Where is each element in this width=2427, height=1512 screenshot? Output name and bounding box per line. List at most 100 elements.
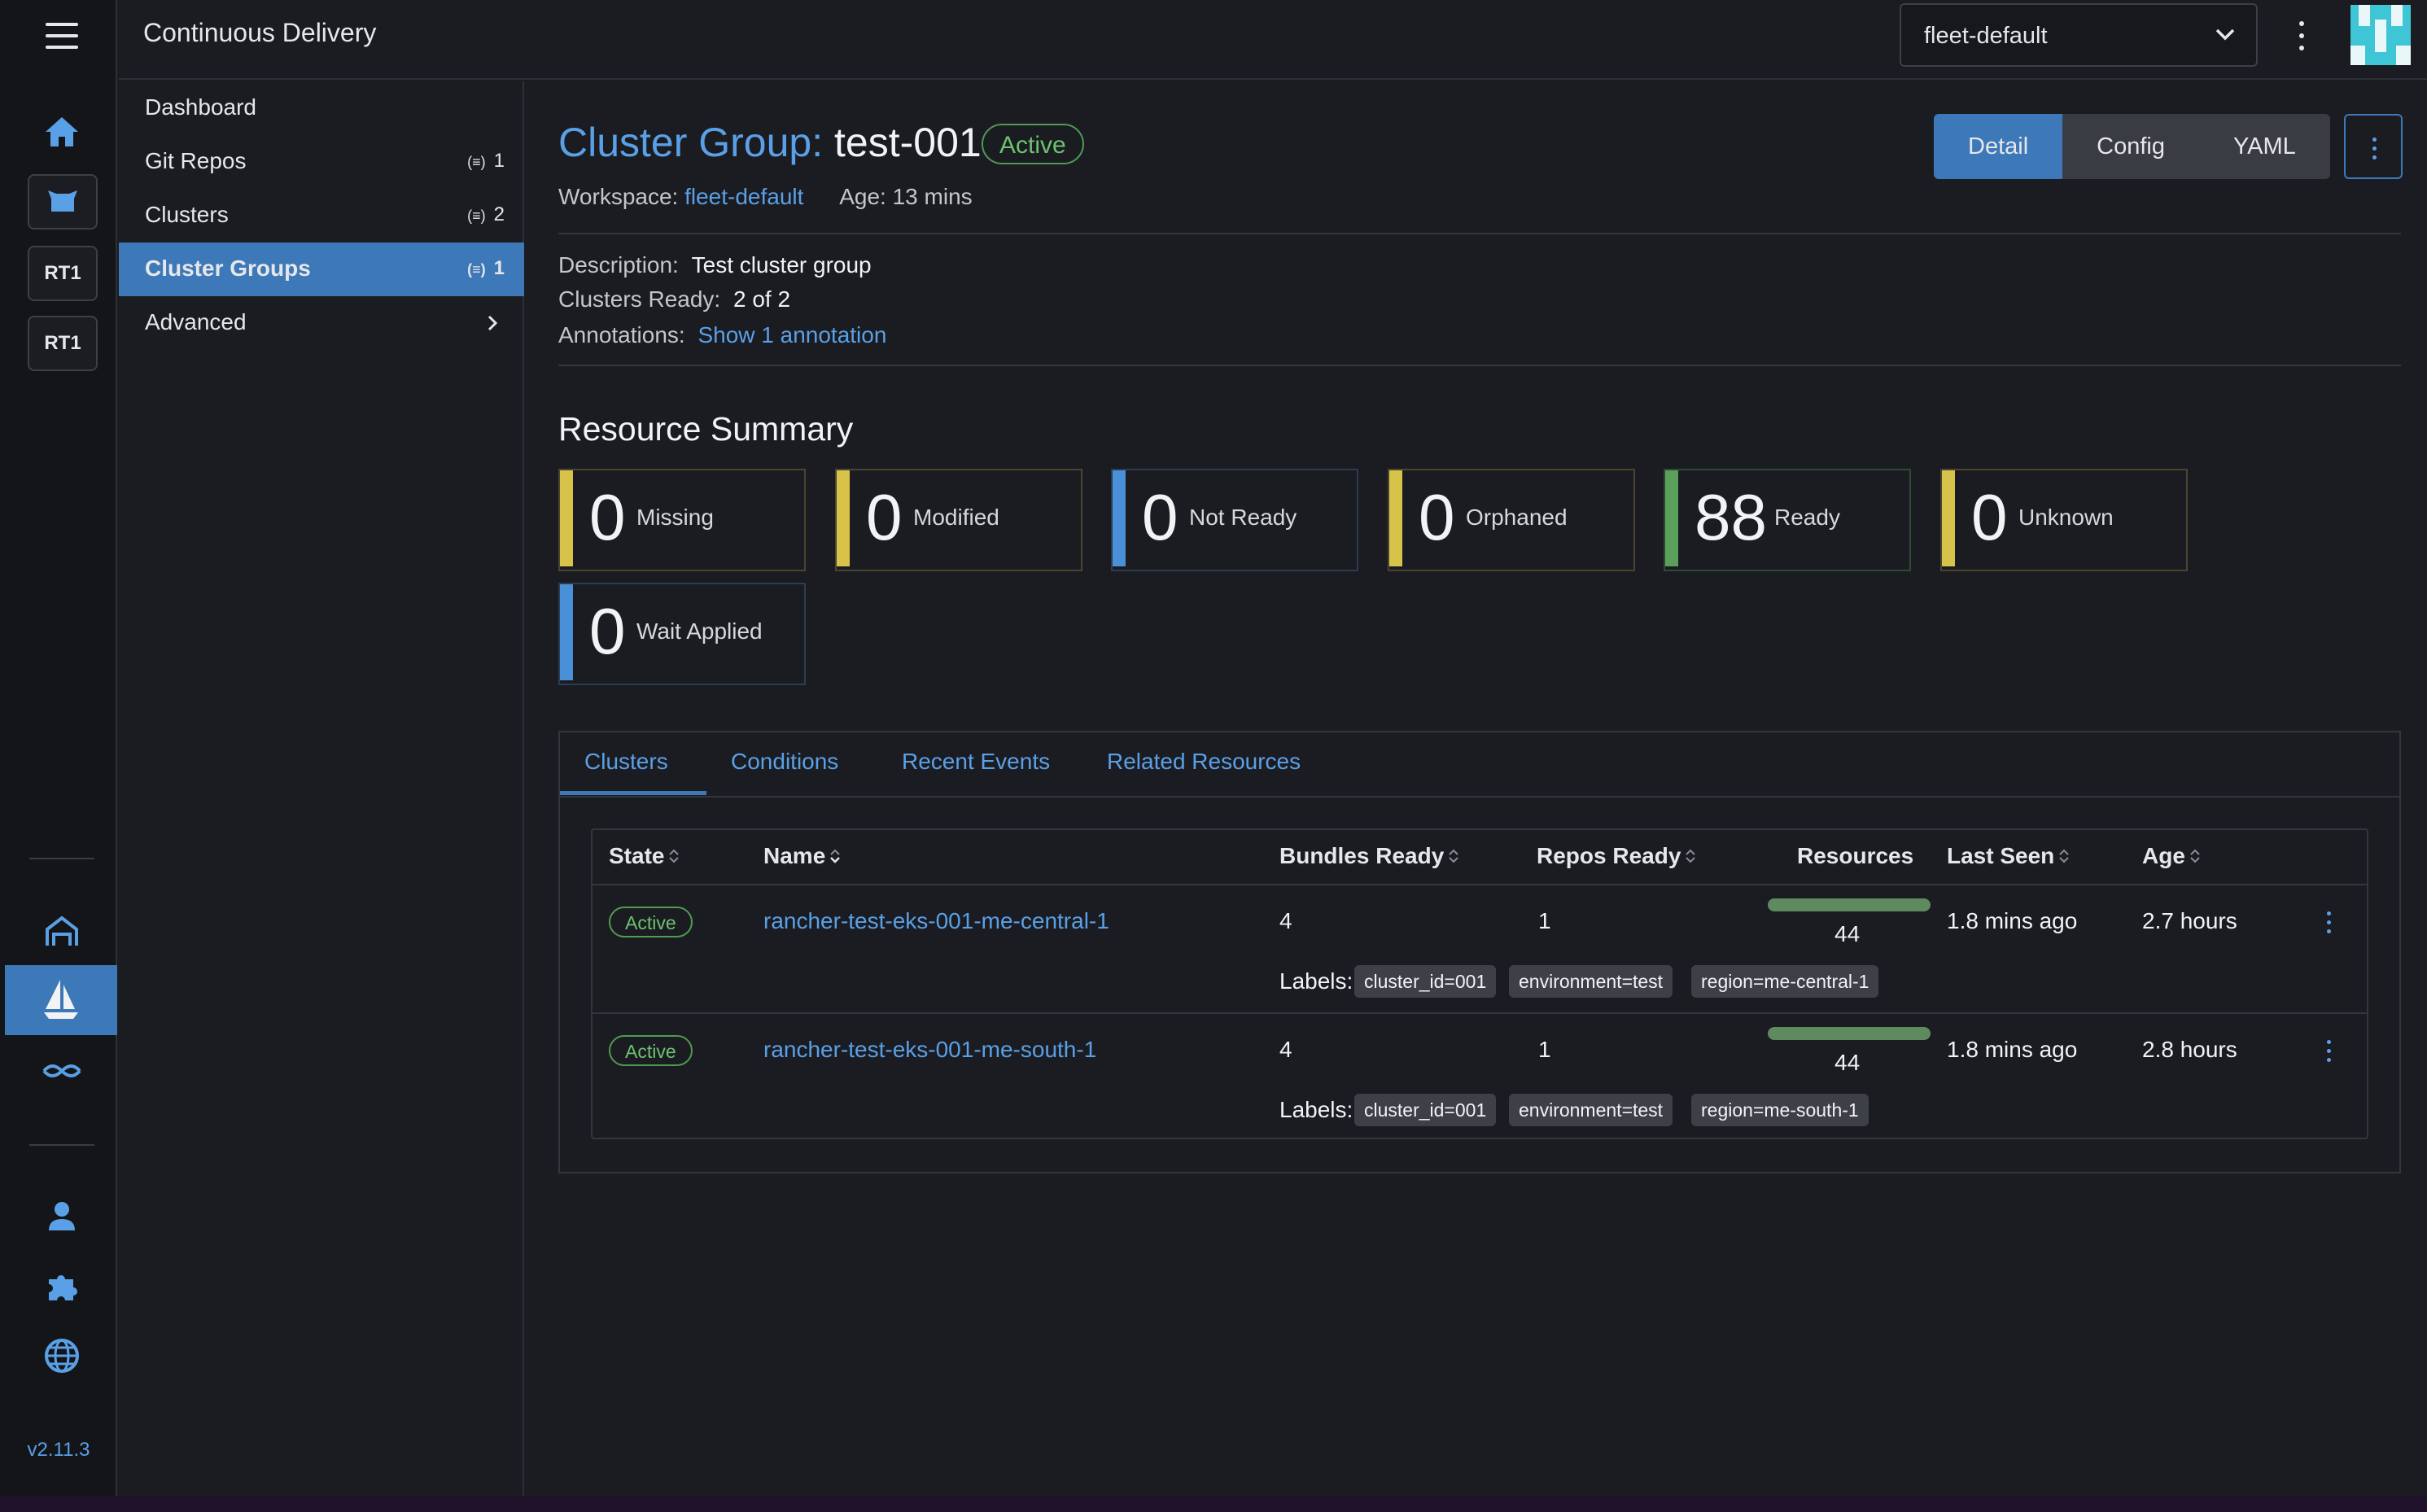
column-header-state[interactable]: State (609, 843, 680, 869)
resource-card-modified[interactable]: 0 Modified (835, 469, 1082, 571)
workspace-select[interactable]: fleet-default (1900, 3, 2258, 67)
resource-summary-title: Resource Summary (558, 410, 854, 448)
last-seen-value: 1.8 mins ago (1947, 908, 2078, 933)
nav-item-label: Advanced (145, 309, 247, 334)
divider-2 (558, 365, 2401, 366)
globe-icon[interactable] (36, 1330, 88, 1382)
label-chip: cluster_id=001 (1354, 1094, 1497, 1126)
resource-card-missing[interactable]: 0 Missing (558, 469, 806, 571)
left-rail: RT1 RT1 v2.11.3 (0, 0, 117, 1512)
nav-item-label: Dashboard (145, 94, 256, 120)
age-label: Age: (839, 184, 886, 209)
column-header-bundles-ready[interactable]: Bundles Ready (1279, 843, 1460, 869)
resource-card-orphaned[interactable]: 0 Orphaned (1388, 469, 1635, 571)
status-badge: Active (609, 1035, 693, 1066)
column-header-repos-ready[interactable]: Repos Ready (1537, 843, 1697, 869)
view-mode-group: Detail Config YAML (1934, 114, 2330, 179)
resource-card-accent (1942, 470, 1955, 566)
age-value: 13 mins (892, 184, 973, 209)
tab-conditions[interactable]: Conditions (731, 749, 838, 775)
nav-item-dashboard[interactable]: Dashboard (119, 81, 524, 135)
meta-row: Workspace: fleet-default Age: 13 mins (558, 184, 973, 210)
clusters-ready-label: Clusters Ready: (558, 286, 721, 312)
resource-card-not-ready[interactable]: 0 Not Ready (1111, 469, 1358, 571)
user-icon[interactable] (36, 1190, 88, 1242)
resource-card-accent (1665, 470, 1678, 566)
resource-card-label: Modified (913, 505, 999, 530)
resource-card-count: 0 (589, 595, 626, 667)
resource-card-count: 0 (589, 481, 626, 553)
resource-card-accent (837, 470, 850, 566)
sort-icon (830, 849, 841, 863)
description-label: Description: (558, 252, 679, 277)
nav-item-label: Clusters (145, 202, 229, 227)
nav-item-count: (≡) 1 (467, 257, 505, 279)
workspace-link[interactable]: fleet-default (684, 184, 803, 209)
tab-recent-events[interactable]: Recent Events (902, 749, 1050, 775)
extensions-icon[interactable] (36, 1260, 88, 1312)
labels-prefix: Labels: (1279, 968, 1353, 994)
menu-icon[interactable] (42, 20, 81, 52)
config-button[interactable]: Config (2062, 114, 2199, 179)
cluster-rt1-tag-2[interactable]: RT1 (28, 316, 98, 371)
side-nav: Dashboard Git Repos (≡) 1 Clusters (≡) 2 C… (119, 81, 524, 1512)
tab-clusters[interactable]: Clusters (584, 749, 668, 775)
cluster-name-link[interactable]: rancher-test-eks-001-me-south-1 (763, 1037, 1096, 1063)
home-icon[interactable] (36, 106, 88, 158)
resource-card-wait-applied[interactable]: 0 Wait Applied (558, 583, 806, 685)
show-annotations-link[interactable]: Show 1 annotation (697, 322, 886, 347)
column-header-age[interactable]: Age (2142, 843, 2202, 869)
nav-item-label: Cluster Groups (145, 256, 311, 281)
row-more-icon[interactable] (2321, 910, 2337, 939)
sort-icon (1686, 849, 1696, 863)
namespace-icon: (≡) (467, 261, 486, 277)
page-title: Cluster Group: test-001 (558, 119, 982, 166)
resources-bar (1768, 898, 1931, 911)
rail-divider-2 (29, 1144, 94, 1146)
nav-item-clusters[interactable]: Clusters (≡) 2 (119, 189, 524, 243)
resource-card-accent (560, 584, 573, 680)
resource-card-count: 0 (1971, 481, 2008, 553)
tab-active-indicator (560, 791, 706, 795)
column-header-last-seen[interactable]: Last Seen (1947, 843, 2071, 869)
header-more-icon[interactable] (2294, 18, 2310, 54)
row-more-icon[interactable] (2321, 1038, 2337, 1068)
version-label[interactable]: v2.11.3 (0, 1439, 117, 1462)
chevron-down-icon (2215, 28, 2235, 41)
sort-icon (2059, 849, 2069, 863)
bundles-ready-value: 4 (1279, 1037, 1292, 1062)
cluster-manager-icon[interactable] (28, 174, 98, 229)
continuous-delivery-nav[interactable] (5, 965, 117, 1035)
resource-card-accent (1389, 470, 1402, 566)
detail-button[interactable]: Detail (1934, 114, 2063, 179)
avatar[interactable] (2350, 5, 2411, 65)
actions-more-icon[interactable] (2344, 114, 2403, 179)
storage-icon[interactable] (36, 905, 88, 957)
column-header-name[interactable]: Name (763, 843, 842, 869)
chevron-right-icon (488, 315, 498, 331)
clusters-ready-value: 2 of 2 (732, 286, 791, 312)
status-badge: Active (609, 907, 693, 937)
app-title: Continuous Delivery (143, 18, 377, 47)
tab-strip: Clusters Conditions Recent Events Relate… (560, 732, 2399, 798)
nav-item-git-repos[interactable]: Git Repos (≡) 1 (119, 135, 524, 189)
resource-card-label: Not Ready (1189, 505, 1297, 530)
annotations-row: Annotations: Show 1 annotation (558, 322, 886, 348)
workspace-select-value: fleet-default (1924, 23, 2048, 49)
status-badge: Active (982, 124, 1084, 164)
page-title-name: test-001 (834, 120, 982, 165)
nav-item-cluster-groups[interactable]: Cluster Groups (≡) 1 (119, 243, 524, 296)
resource-card-ready[interactable]: 88 Ready (1664, 469, 1911, 571)
resource-card-unknown[interactable]: 0 Unknown (1940, 469, 2188, 571)
resource-card-label: Missing (636, 505, 714, 530)
rail-divider (29, 858, 94, 859)
resource-card-accent (560, 470, 573, 566)
yaml-button[interactable]: YAML (2198, 114, 2330, 179)
resource-card-label: Wait Applied (636, 618, 763, 644)
cluster-name-link[interactable]: rancher-test-eks-001-me-central-1 (763, 908, 1109, 934)
tab-related-resources[interactable]: Related Resources (1107, 749, 1301, 775)
nav-item-advanced[interactable]: Advanced (119, 296, 524, 350)
cluster-rt1-tag[interactable]: RT1 (28, 246, 98, 301)
namespace-icon: (≡) (467, 208, 486, 224)
fleet-icon[interactable] (36, 1045, 88, 1097)
